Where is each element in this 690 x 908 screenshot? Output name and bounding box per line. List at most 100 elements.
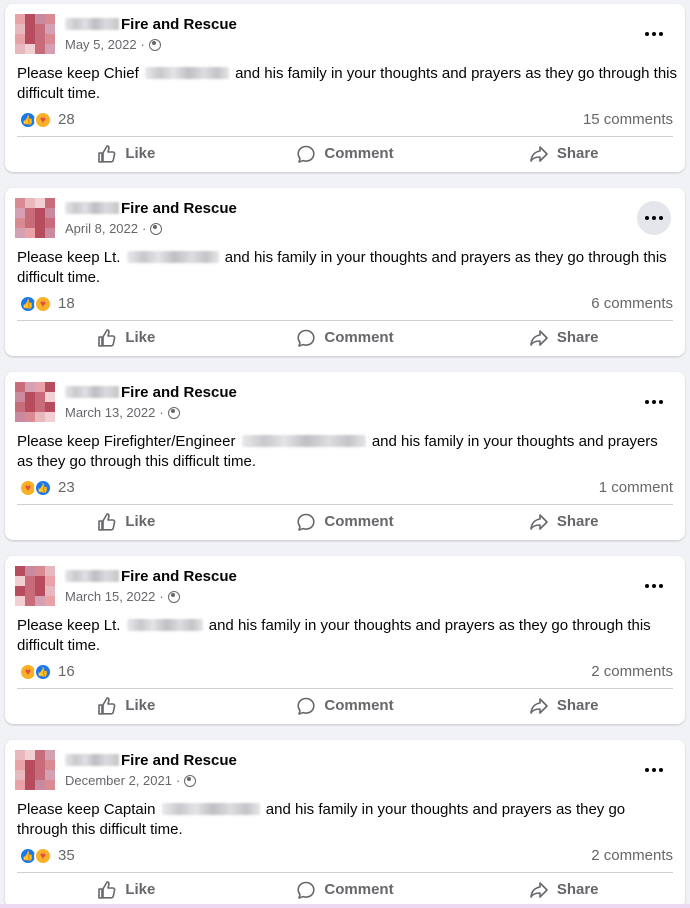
speech-bubble-icon	[297, 697, 316, 715]
post-date[interactable]: March 15, 2022	[65, 589, 155, 605]
like-button[interactable]: Like	[17, 689, 236, 718]
blurred-name	[126, 251, 219, 263]
avatar-pixel	[15, 576, 25, 586]
post-meta: May 5, 2022 ·	[65, 37, 161, 53]
like-reaction-icon: 👍	[34, 663, 52, 681]
reactions-summary[interactable]: ♥ 👍 23	[19, 478, 75, 498]
reactions-summary[interactable]: ♥ 👍 16	[19, 662, 75, 682]
avatar-pixel	[25, 596, 35, 606]
like-button[interactable]: Like	[17, 505, 236, 534]
post-text: Please keep Lt. and his family in your t…	[17, 616, 677, 656]
avatar-pixel	[45, 760, 55, 770]
globe-icon[interactable]	[148, 39, 161, 51]
post-actions: Like Comment Share	[17, 136, 673, 166]
post-text: Please keep Captain and his family in yo…	[17, 800, 677, 840]
avatar-pixel	[15, 770, 25, 780]
more-options-button[interactable]	[637, 569, 671, 603]
comment-button[interactable]: Comment	[236, 873, 455, 902]
reactions-summary[interactable]: 👍 ♥ 35	[19, 846, 75, 866]
avatar-pixel	[35, 218, 45, 228]
avatar[interactable]	[15, 198, 55, 238]
avatar-pixel	[45, 412, 55, 422]
share-button[interactable]: Share	[454, 321, 673, 350]
thumbs-up-icon	[98, 144, 116, 163]
reaction-count: 16	[58, 663, 75, 680]
avatar-pixel	[25, 586, 35, 596]
avatar-pixel	[15, 402, 25, 412]
comments-count[interactable]: 6 comments	[591, 294, 673, 314]
post-author[interactable]: Fire and Rescue	[65, 751, 237, 771]
more-options-button[interactable]	[637, 17, 671, 51]
post-card: Fire and Rescue March 15, 2022 · Please …	[5, 556, 685, 724]
blurred-name	[144, 67, 229, 79]
avatar-pixel	[25, 24, 35, 34]
blurred-name	[65, 754, 119, 766]
post-author[interactable]: Fire and Rescue	[65, 199, 237, 219]
post-card: Fire and Rescue March 13, 2022 · Please …	[5, 372, 685, 540]
like-button[interactable]: Like	[17, 321, 236, 350]
blurred-name	[241, 435, 366, 447]
post-author[interactable]: Fire and Rescue	[65, 567, 237, 587]
post-date[interactable]: May 5, 2022	[65, 37, 137, 53]
globe-icon[interactable]	[184, 775, 197, 787]
speech-bubble-icon	[297, 513, 316, 531]
comments-count[interactable]: 2 comments	[591, 846, 673, 866]
share-arrow-icon	[530, 145, 548, 162]
share-button[interactable]: Share	[454, 505, 673, 534]
more-options-button[interactable]	[637, 753, 671, 787]
reactions-summary[interactable]: 👍 ♥ 18	[19, 294, 75, 314]
like-button[interactable]: Like	[17, 873, 236, 902]
like-label: Like	[125, 329, 156, 346]
avatar-pixel	[45, 228, 55, 238]
more-options-button[interactable]	[637, 201, 671, 235]
more-options-button[interactable]	[637, 385, 671, 419]
avatar-pixel	[15, 412, 25, 422]
reaction-count: 35	[58, 847, 75, 864]
reactions-summary[interactable]: 👍 ♥ 28	[19, 110, 75, 130]
share-button[interactable]: Share	[454, 873, 673, 902]
post-text-before: Please keep Lt.	[17, 249, 121, 266]
avatar[interactable]	[15, 14, 55, 54]
like-button[interactable]: Like	[17, 137, 236, 166]
comments-count[interactable]: 1 comment	[599, 478, 673, 498]
post-date[interactable]: December 2, 2021	[65, 773, 172, 789]
avatar[interactable]	[15, 566, 55, 606]
avatar-pixel	[35, 760, 45, 770]
post-author[interactable]: Fire and Rescue	[65, 15, 237, 35]
thumbs-up-icon	[98, 328, 116, 347]
reaction-icons: ♥ 👍	[19, 479, 52, 497]
comment-button[interactable]: Comment	[236, 505, 455, 534]
avatar[interactable]	[15, 750, 55, 790]
globe-icon[interactable]	[167, 407, 180, 419]
avatar-pixel	[25, 198, 35, 208]
share-button[interactable]: Share	[454, 689, 673, 718]
author-name-label: Fire and Rescue	[121, 384, 237, 401]
avatar-pixel	[15, 208, 25, 218]
post-card: Fire and Rescue April 8, 2022 · Please k…	[5, 188, 685, 356]
reaction-count: 23	[58, 479, 75, 496]
blurred-name	[126, 619, 203, 631]
comments-count[interactable]: 2 comments	[591, 662, 673, 682]
post-date[interactable]: March 13, 2022	[65, 405, 155, 421]
avatar-pixel	[45, 44, 55, 54]
post-date[interactable]: April 8, 2022	[65, 221, 138, 237]
avatar-pixel	[35, 750, 45, 760]
meta-separator: ·	[159, 405, 164, 420]
post-text: Please keep Firefighter/Engineer and his…	[17, 432, 677, 472]
avatar-pixel	[25, 208, 35, 218]
comment-button[interactable]: Comment	[236, 689, 455, 718]
comments-count[interactable]: 15 comments	[583, 110, 673, 130]
globe-icon[interactable]	[150, 223, 163, 235]
avatar[interactable]	[15, 382, 55, 422]
dot-icon	[652, 216, 656, 220]
share-button[interactable]: Share	[454, 137, 673, 166]
avatar-pixel	[45, 392, 55, 402]
post-author[interactable]: Fire and Rescue	[65, 383, 237, 403]
author-name-label: Fire and Rescue	[121, 752, 237, 769]
avatar-pixel	[25, 218, 35, 228]
share-label: Share	[556, 329, 599, 346]
comment-button[interactable]: Comment	[236, 137, 455, 166]
avatar-pixel	[45, 382, 55, 392]
comment-button[interactable]: Comment	[236, 321, 455, 350]
globe-icon[interactable]	[167, 591, 180, 603]
